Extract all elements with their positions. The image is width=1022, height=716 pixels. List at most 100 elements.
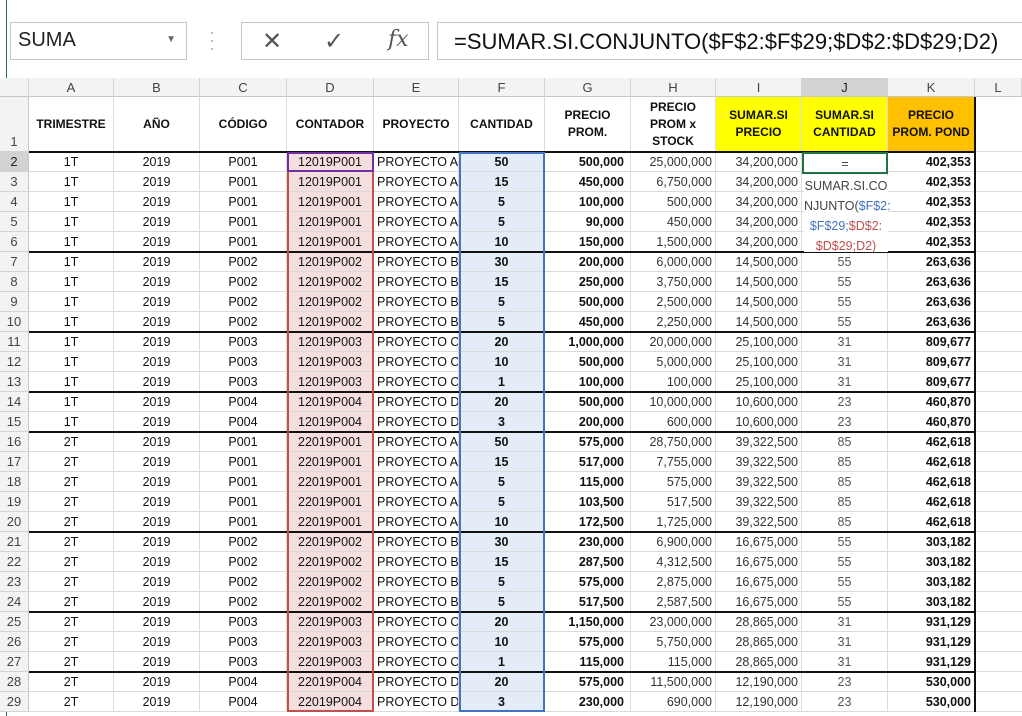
cell-g[interactable]: 517,500 bbox=[545, 592, 631, 612]
cell-j[interactable]: 23 bbox=[802, 412, 888, 432]
cell-k[interactable]: 931,129 bbox=[888, 632, 975, 652]
cell-g[interactable]: 500,000 bbox=[545, 392, 631, 412]
cell-d[interactable]: 22019P001 bbox=[287, 452, 374, 472]
cell-k[interactable]: 931,129 bbox=[888, 612, 975, 632]
row-header-1[interactable]: 1 bbox=[0, 97, 29, 152]
cell-a[interactable]: 1T bbox=[29, 412, 114, 432]
cell-e[interactable]: PROYECTO C bbox=[374, 352, 459, 372]
cell-b[interactable]: 2019 bbox=[114, 212, 200, 232]
cell-l[interactable] bbox=[975, 312, 1022, 332]
active-cell-j2[interactable]: = bbox=[802, 152, 888, 174]
cell-g[interactable]: 450,000 bbox=[545, 172, 631, 192]
cell-f[interactable]: 30 bbox=[459, 532, 545, 552]
cell-a[interactable]: 2T bbox=[29, 552, 114, 572]
cell-i[interactable]: 16,675,000 bbox=[716, 592, 802, 612]
cell-c[interactable]: P001 bbox=[200, 172, 287, 192]
row-header-3[interactable]: 3 bbox=[0, 172, 29, 192]
cell-f[interactable]: 5 bbox=[459, 592, 545, 612]
cell-b[interactable]: 2019 bbox=[114, 192, 200, 212]
cell-f[interactable]: 5 bbox=[459, 472, 545, 492]
cell-a[interactable]: 1T bbox=[29, 192, 114, 212]
cell-e[interactable]: PROYECTO A bbox=[374, 472, 459, 492]
cell-i[interactable]: 28,865,000 bbox=[716, 652, 802, 672]
row-header-24[interactable]: 24 bbox=[0, 592, 29, 612]
cell-d[interactable]: 22019P004 bbox=[287, 692, 374, 712]
cell-c[interactable]: P003 bbox=[200, 652, 287, 672]
cell-c[interactable]: P002 bbox=[200, 552, 287, 572]
cell-e[interactable]: PROYECTO D bbox=[374, 392, 459, 412]
cell-e[interactable]: PROYECTO B bbox=[374, 292, 459, 312]
cell-j[interactable]: 31 bbox=[802, 332, 888, 352]
cell-d[interactable]: 12019P001 bbox=[287, 212, 374, 232]
cell-a[interactable]: 2T bbox=[29, 592, 114, 612]
row-header-14[interactable]: 14 bbox=[0, 392, 29, 412]
column-header-b[interactable]: B bbox=[114, 78, 200, 97]
cell-i[interactable]: 39,322,500 bbox=[716, 432, 802, 452]
column-header-d[interactable]: D bbox=[287, 78, 374, 97]
cell-d[interactable]: 12019P003 bbox=[287, 332, 374, 352]
row-header-4[interactable]: 4 bbox=[0, 192, 29, 212]
cell-j[interactable]: 85 bbox=[802, 432, 888, 452]
cell-d[interactable]: 22019P003 bbox=[287, 612, 374, 632]
cell-c[interactable]: P001 bbox=[200, 152, 287, 172]
cell-i[interactable]: 34,200,000 bbox=[716, 152, 802, 172]
cell-e[interactable]: PROYECTO B bbox=[374, 252, 459, 272]
row-header-15[interactable]: 15 bbox=[0, 412, 29, 432]
cell-h[interactable]: 600,000 bbox=[631, 412, 716, 432]
select-all-corner[interactable] bbox=[0, 78, 29, 97]
cell-g[interactable]: 100,000 bbox=[545, 372, 631, 392]
cell-d[interactable]: 22019P003 bbox=[287, 652, 374, 672]
cell-a[interactable]: 2T bbox=[29, 572, 114, 592]
cell-a[interactable]: 2T bbox=[29, 432, 114, 452]
cell-i[interactable]: 34,200,000 bbox=[716, 192, 802, 212]
cell-b[interactable]: 2019 bbox=[114, 352, 200, 372]
cell-h[interactable]: 6,750,000 bbox=[631, 172, 716, 192]
cell-b[interactable]: 2019 bbox=[114, 252, 200, 272]
drag-handle-icon[interactable]: · · · bbox=[208, 23, 216, 57]
cell-k[interactable]: 460,870 bbox=[888, 392, 975, 412]
cell-d[interactable]: 22019P001 bbox=[287, 472, 374, 492]
cell-l[interactable] bbox=[975, 512, 1022, 532]
cell-k[interactable]: 402,353 bbox=[888, 192, 975, 212]
cell-a[interactable]: 1T bbox=[29, 232, 114, 252]
cell-b[interactable]: 2019 bbox=[114, 592, 200, 612]
cell-l[interactable] bbox=[975, 492, 1022, 512]
cell-h[interactable]: 1,725,000 bbox=[631, 512, 716, 532]
cell-h[interactable]: 3,750,000 bbox=[631, 272, 716, 292]
cell-f[interactable]: 20 bbox=[459, 612, 545, 632]
cell-f[interactable]: 5 bbox=[459, 312, 545, 332]
cell-h[interactable]: 7,755,000 bbox=[631, 452, 716, 472]
cell-c[interactable]: P004 bbox=[200, 412, 287, 432]
cell-a[interactable]: 2T bbox=[29, 672, 114, 692]
cell-b[interactable]: 2019 bbox=[114, 532, 200, 552]
cell-g[interactable]: 575,000 bbox=[545, 632, 631, 652]
cell-e[interactable]: PROYECTO D bbox=[374, 672, 459, 692]
row-header-23[interactable]: 23 bbox=[0, 572, 29, 592]
cell-f[interactable]: 5 bbox=[459, 192, 545, 212]
cell-h[interactable]: 5,750,000 bbox=[631, 632, 716, 652]
cell-k[interactable]: 263,636 bbox=[888, 292, 975, 312]
cell-f[interactable]: 20 bbox=[459, 672, 545, 692]
cell-i[interactable]: 39,322,500 bbox=[716, 492, 802, 512]
header-cell-d[interactable]: CONTADOR bbox=[287, 97, 374, 152]
cell-i[interactable]: 25,100,000 bbox=[716, 372, 802, 392]
cell-f[interactable]: 10 bbox=[459, 232, 545, 252]
cell-f[interactable]: 15 bbox=[459, 272, 545, 292]
cell-i[interactable]: 39,322,500 bbox=[716, 512, 802, 532]
cell-i[interactable]: 28,865,000 bbox=[716, 632, 802, 652]
cell-e[interactable]: PROYECTO D bbox=[374, 692, 459, 712]
row-header-2[interactable]: 2 bbox=[0, 152, 29, 172]
cell-e[interactable]: PROYECTO C bbox=[374, 652, 459, 672]
cell-k[interactable]: 263,636 bbox=[888, 252, 975, 272]
cell-j[interactable]: 31 bbox=[802, 652, 888, 672]
cell-a[interactable]: 2T bbox=[29, 612, 114, 632]
cell-g[interactable]: 230,000 bbox=[545, 532, 631, 552]
cell-g[interactable]: 250,000 bbox=[545, 272, 631, 292]
cell-c[interactable]: P004 bbox=[200, 392, 287, 412]
cell-b[interactable]: 2019 bbox=[114, 452, 200, 472]
cell-i[interactable]: 12,190,000 bbox=[716, 692, 802, 712]
cell-f[interactable]: 1 bbox=[459, 372, 545, 392]
row-header-8[interactable]: 8 bbox=[0, 272, 29, 292]
row-header-19[interactable]: 19 bbox=[0, 492, 29, 512]
cell-b[interactable]: 2019 bbox=[114, 172, 200, 192]
